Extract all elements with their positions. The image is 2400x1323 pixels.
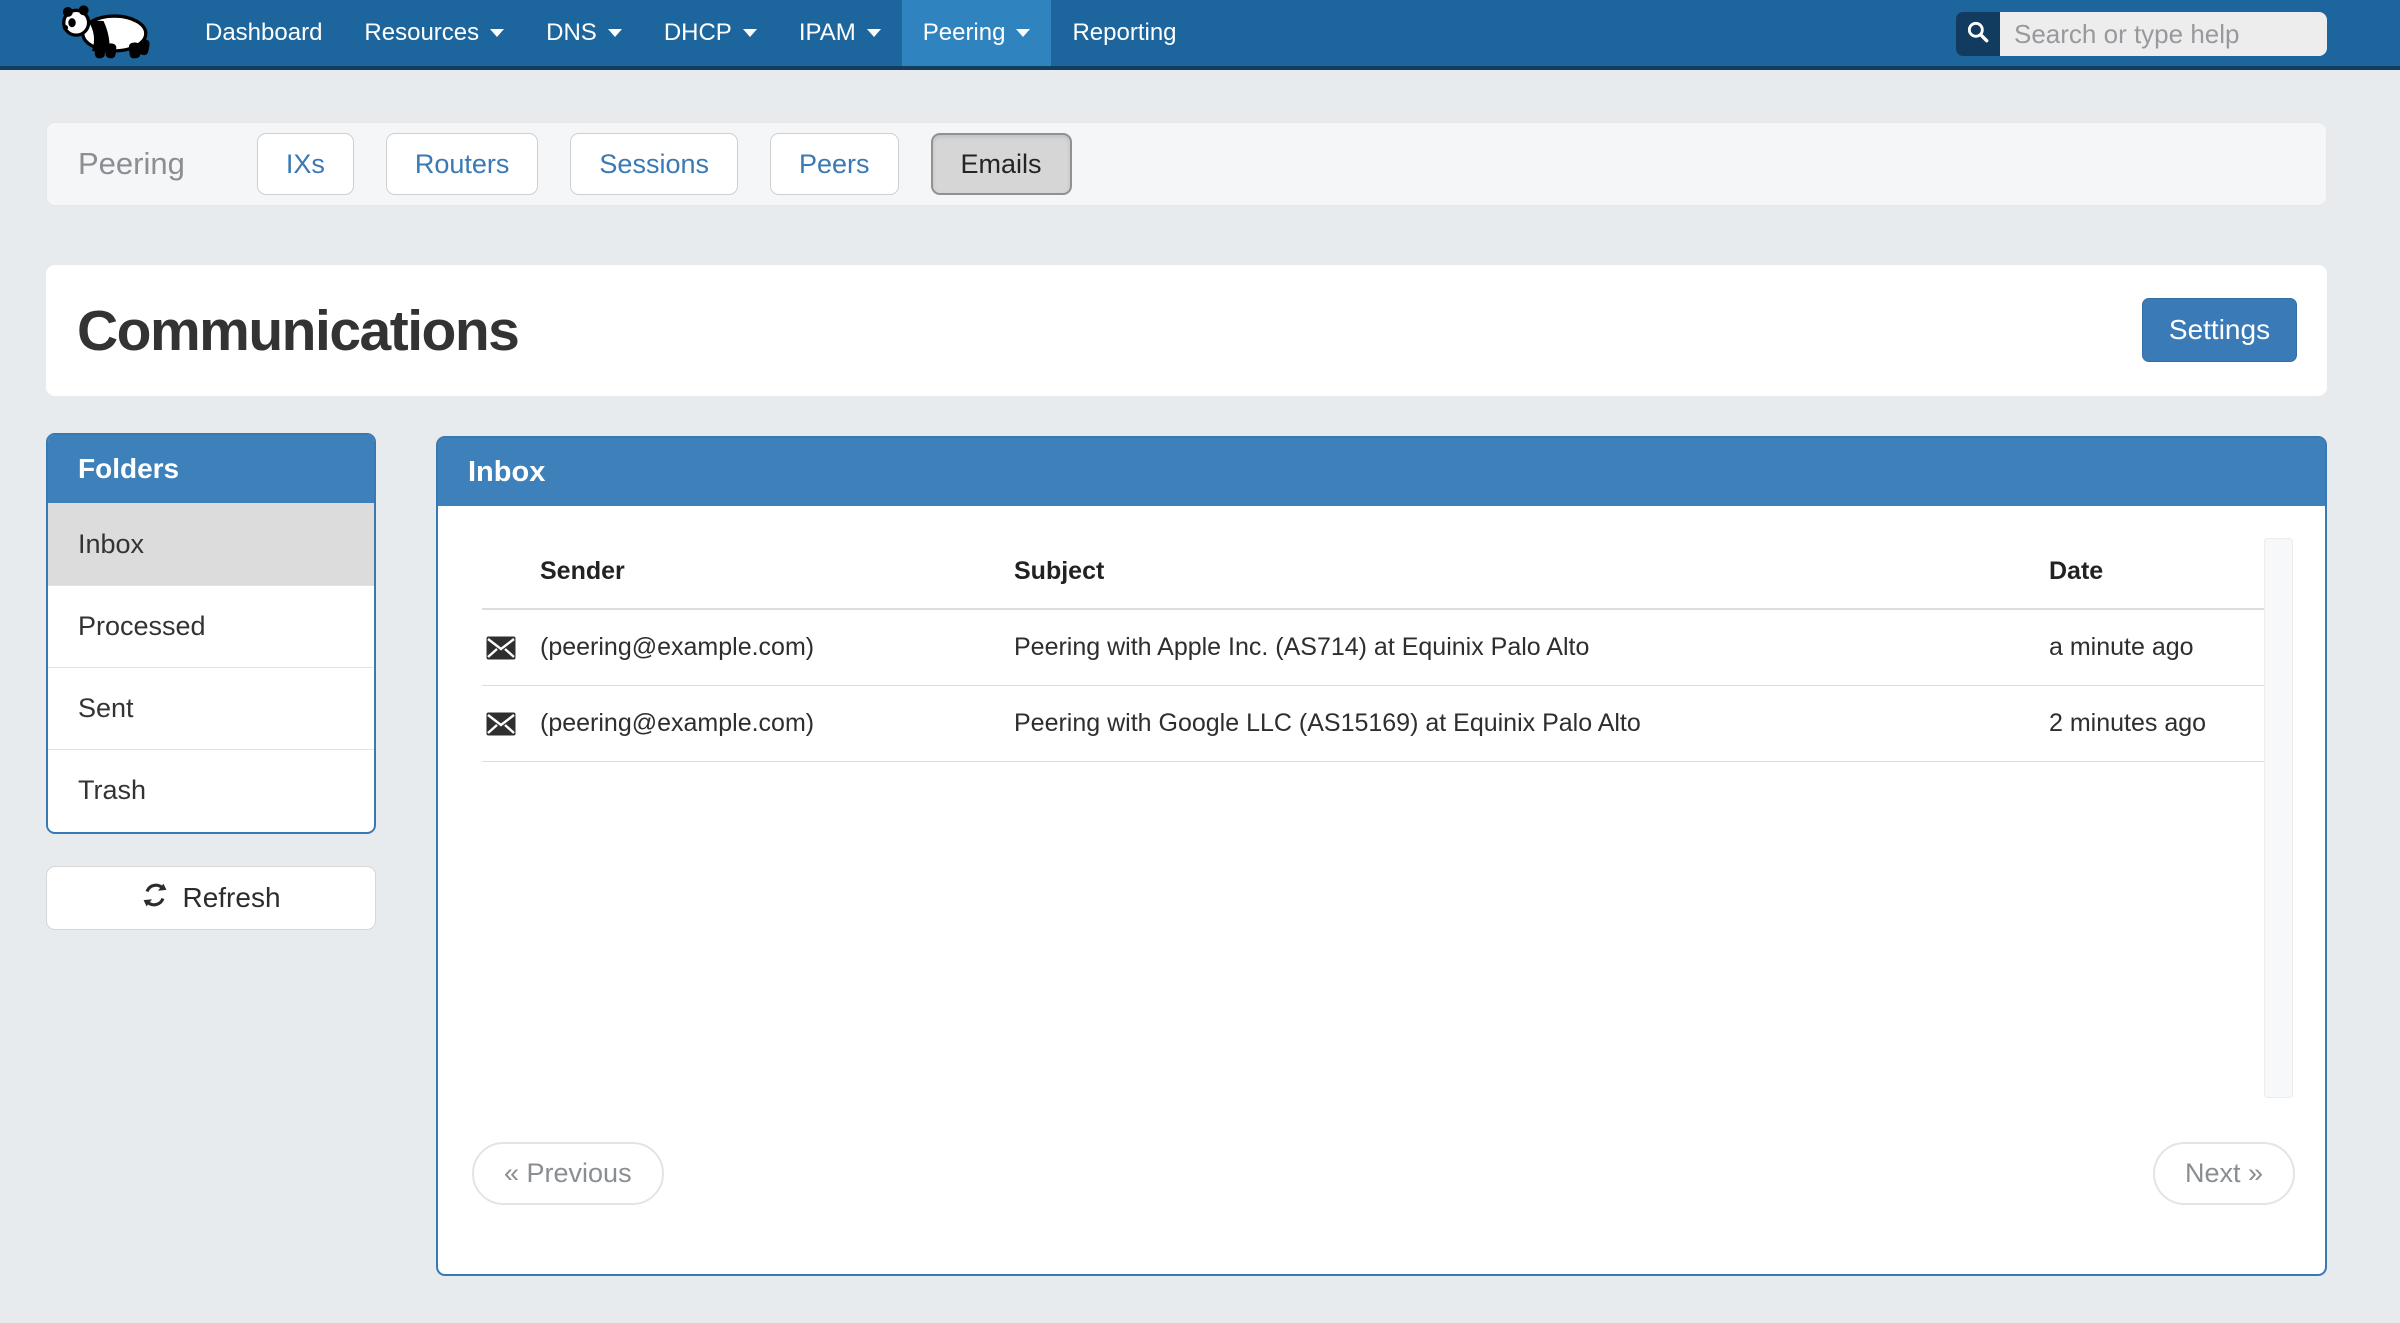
nav-item-label: DNS [546,19,597,47]
folders-panel: Folders Inbox Processed Sent Trash [46,433,376,834]
refresh-button-label: Refresh [182,882,280,914]
table-row[interactable]: (peering@example.com) Peering with Apple… [482,610,2267,686]
nav-item-reporting[interactable]: Reporting [1051,0,1197,66]
email-date: 2 minutes ago [2049,709,2267,738]
column-header-date: Date [2049,557,2267,586]
nav-item-label: Reporting [1072,19,1176,47]
previous-page-button[interactable]: « Previous [472,1142,664,1205]
table-header-row: Sender Subject Date [482,534,2267,610]
nav-item-label: Resources [364,19,479,47]
refresh-icon [141,881,169,916]
nav-item-label: Peering [923,19,1006,47]
nav-item-label: Dashboard [205,19,322,47]
table-row[interactable]: (peering@example.com) Peering with Googl… [482,686,2267,762]
email-sender: (peering@example.com) [540,709,1014,738]
email-table: Sender Subject Date (peering@example.com… [482,534,2267,762]
page-header-card: Communications Settings [46,265,2327,396]
tab-routers[interactable]: Routers [386,133,539,195]
email-subject: Peering with Apple Inc. (AS714) at Equin… [1014,633,2049,662]
nav-item-peering[interactable]: Peering [902,0,1052,66]
envelope-icon [482,636,540,660]
nav-item-dhcp[interactable]: DHCP [643,0,778,66]
inbox-panel-title: Inbox [438,438,2325,506]
refresh-button[interactable]: Refresh [46,866,376,930]
folders-panel-title: Folders [48,435,374,503]
tab-sessions[interactable]: Sessions [570,133,738,195]
nav-item-label: DHCP [664,19,732,47]
column-header-subject: Subject [1014,557,2049,586]
nav-item-dns[interactable]: DNS [525,0,643,66]
top-navbar: Dashboard Resources DNS DHCP IPAM Peerin… [0,0,2400,70]
nav-item-dashboard[interactable]: Dashboard [184,0,343,66]
panda-logo-icon [54,2,158,65]
vertical-scrollbar[interactable] [2264,538,2293,1098]
search-icon [1965,19,1991,50]
email-date: a minute ago [2049,633,2267,662]
caret-down-icon [1016,29,1030,37]
subnav-title: Peering [78,146,185,182]
envelope-icon [482,712,540,736]
main-menu: Dashboard Resources DNS DHCP IPAM Peerin… [184,0,1198,66]
caret-down-icon [743,29,757,37]
caret-down-icon [867,29,881,37]
search-button[interactable] [1956,12,2000,56]
nav-item-label: IPAM [799,19,856,47]
column-header-sender: Sender [540,557,1014,586]
email-sender: (peering@example.com) [540,633,1014,662]
tab-peers[interactable]: Peers [770,133,899,195]
nav-item-ipam[interactable]: IPAM [778,0,902,66]
folder-item-trash[interactable]: Trash [48,749,374,831]
search-input[interactable] [2000,12,2327,56]
app-logo[interactable] [54,0,158,66]
tab-ixs[interactable]: IXs [257,133,354,195]
page-title: Communications [77,298,518,364]
inbox-panel: Inbox Sender Subject Date (peering@examp… [436,436,2327,1276]
nav-item-resources[interactable]: Resources [343,0,525,66]
peering-subnav: Peering IXs Routers Sessions Peers Email… [46,122,2327,206]
caret-down-icon [608,29,622,37]
email-subject: Peering with Google LLC (AS15169) at Equ… [1014,709,2049,738]
caret-down-icon [490,29,504,37]
next-page-button[interactable]: Next » [2153,1142,2295,1205]
tab-emails[interactable]: Emails [931,133,1072,195]
folder-item-processed[interactable]: Processed [48,585,374,667]
settings-button[interactable]: Settings [2142,298,2297,362]
folder-item-inbox[interactable]: Inbox [48,503,374,585]
folder-item-sent[interactable]: Sent [48,667,374,749]
global-search [1956,12,2327,56]
